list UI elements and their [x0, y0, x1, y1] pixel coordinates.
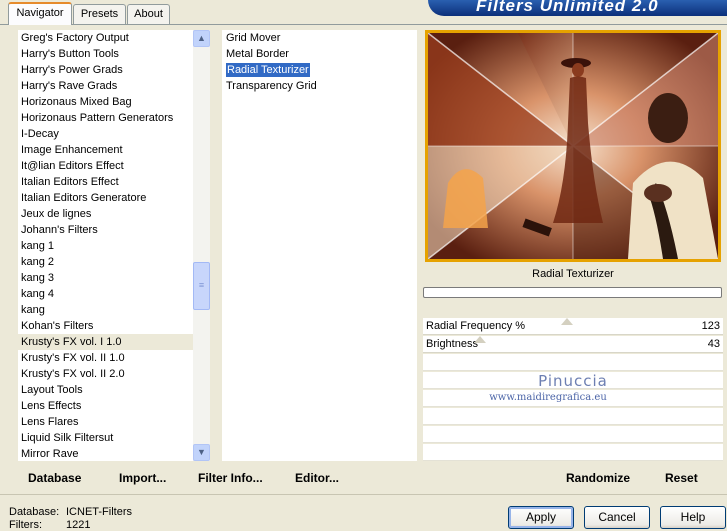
watermark-name: Pinuccia — [538, 372, 608, 390]
randomize-button[interactable]: Randomize — [566, 469, 630, 487]
category-item[interactable]: Johann's Filters — [18, 222, 193, 238]
category-item[interactable]: Jeux de lignes — [18, 206, 193, 222]
filter-item-label: Transparency Grid — [226, 80, 317, 92]
watermark-url: www.maidiregrafica.eu — [489, 392, 607, 403]
category-item[interactable]: Harry's Power Grads — [18, 62, 193, 78]
preview-frame — [425, 30, 721, 262]
category-item[interactable]: Lens Flares — [18, 414, 193, 430]
param-row-empty — [423, 408, 723, 425]
apply-button[interactable]: Apply — [508, 506, 574, 529]
tab-presets[interactable]: Presets — [73, 4, 126, 24]
param-value: 43 — [707, 338, 720, 350]
category-item[interactable]: Harry's Rave Grads — [18, 78, 193, 94]
scroll-down-button[interactable]: ▼ — [193, 444, 210, 461]
category-item[interactable]: Krusty's FX vol. II 1.0 — [18, 350, 193, 366]
category-item[interactable]: Krusty's FX vol. II 2.0 — [18, 366, 193, 382]
category-item[interactable]: kang 2 — [18, 254, 193, 270]
param-row-radial-frequency[interactable]: Radial Frequency % 123 — [423, 318, 723, 335]
param-slider-thumb[interactable] — [561, 318, 573, 325]
param-value: 123 — [701, 320, 720, 332]
param-label: Brightness — [426, 338, 478, 350]
category-scrollbar[interactable]: ▲ ≡ ▼ — [193, 30, 210, 461]
progress-bar — [423, 287, 722, 298]
category-item[interactable]: Kohan's Filters — [18, 318, 193, 334]
import-button[interactable]: Import... — [119, 469, 166, 487]
category-item[interactable]: kang 3 — [18, 270, 193, 286]
category-item[interactable]: Lens Effects — [18, 398, 193, 414]
filter-item[interactable]: Metal Border — [226, 46, 417, 62]
param-row-empty — [423, 444, 723, 461]
scroll-up-button[interactable]: ▲ — [193, 30, 210, 47]
filters-label: Filters: — [9, 519, 42, 531]
category-item[interactable]: Horizonaus Mixed Bag — [18, 94, 193, 110]
filter-item[interactable]: Transparency Grid — [226, 78, 417, 94]
category-item[interactable]: Layout Tools — [18, 382, 193, 398]
param-row-empty — [423, 426, 723, 443]
category-item[interactable]: Image Enhancement — [18, 142, 193, 158]
category-item[interactable]: Harry's Button Tools — [18, 46, 193, 62]
scroll-thumb[interactable]: ≡ — [193, 262, 210, 310]
filter-info-button[interactable]: Filter Info... — [198, 469, 263, 487]
filter-item[interactable]: Radial Texturizer — [226, 62, 417, 78]
category-item[interactable]: I-Decay — [18, 126, 193, 142]
category-item[interactable]: Krusty's FX vol. I 1.0 — [18, 334, 193, 350]
category-item[interactable]: Mirror Rave — [18, 446, 193, 461]
category-item[interactable]: It@lian Editors Effect — [18, 158, 193, 174]
category-item[interactable]: Liquid Silk Filtersut — [18, 430, 193, 446]
tab-strip-border — [0, 24, 727, 25]
tab-about[interactable]: About — [127, 4, 170, 24]
filter-list[interactable]: Grid Mover Metal Border Radial Texturizer T… — [222, 30, 417, 461]
category-item[interactable]: kang — [18, 302, 193, 318]
param-slider-thumb[interactable] — [474, 336, 486, 343]
filter-item-label: Grid Mover — [226, 32, 281, 44]
editor-button[interactable]: Editor... — [295, 469, 339, 487]
filter-item-label: Metal Border — [226, 48, 289, 60]
preview-image — [427, 32, 719, 260]
category-item[interactable]: Horizonaus Pattern Generators — [18, 110, 193, 126]
category-item[interactable]: Greg's Factory Output — [18, 30, 193, 46]
preview-filter-name: Radial Texturizer — [532, 268, 614, 280]
category-item[interactable]: kang 1 — [18, 238, 193, 254]
app-banner: Filters Unlimited 2.0 — [428, 0, 727, 16]
filter-item-label: Radial Texturizer — [226, 63, 310, 77]
database-button[interactable]: Database — [28, 469, 81, 487]
param-row-empty — [423, 354, 723, 371]
cancel-button[interactable]: Cancel — [584, 506, 650, 529]
database-value: ICNET-Filters — [66, 506, 132, 518]
category-item[interactable]: kang 4 — [18, 286, 193, 302]
filters-count: 1221 — [66, 519, 91, 531]
category-item[interactable]: Italian Editors Generatore — [18, 190, 193, 206]
help-button[interactable]: Help — [660, 506, 726, 529]
param-row-brightness[interactable]: Brightness 43 — [423, 336, 723, 353]
filter-item[interactable]: Grid Mover — [226, 30, 417, 46]
divider — [0, 494, 727, 495]
database-label: Database: — [9, 506, 60, 518]
category-item[interactable]: Italian Editors Effect — [18, 174, 193, 190]
param-label: Radial Frequency % — [426, 320, 526, 332]
category-list[interactable]: Greg's Factory Output Harry's Button Tool… — [18, 30, 193, 461]
reset-button[interactable]: Reset — [665, 469, 698, 487]
tab-navigator[interactable]: Navigator — [8, 2, 72, 25]
